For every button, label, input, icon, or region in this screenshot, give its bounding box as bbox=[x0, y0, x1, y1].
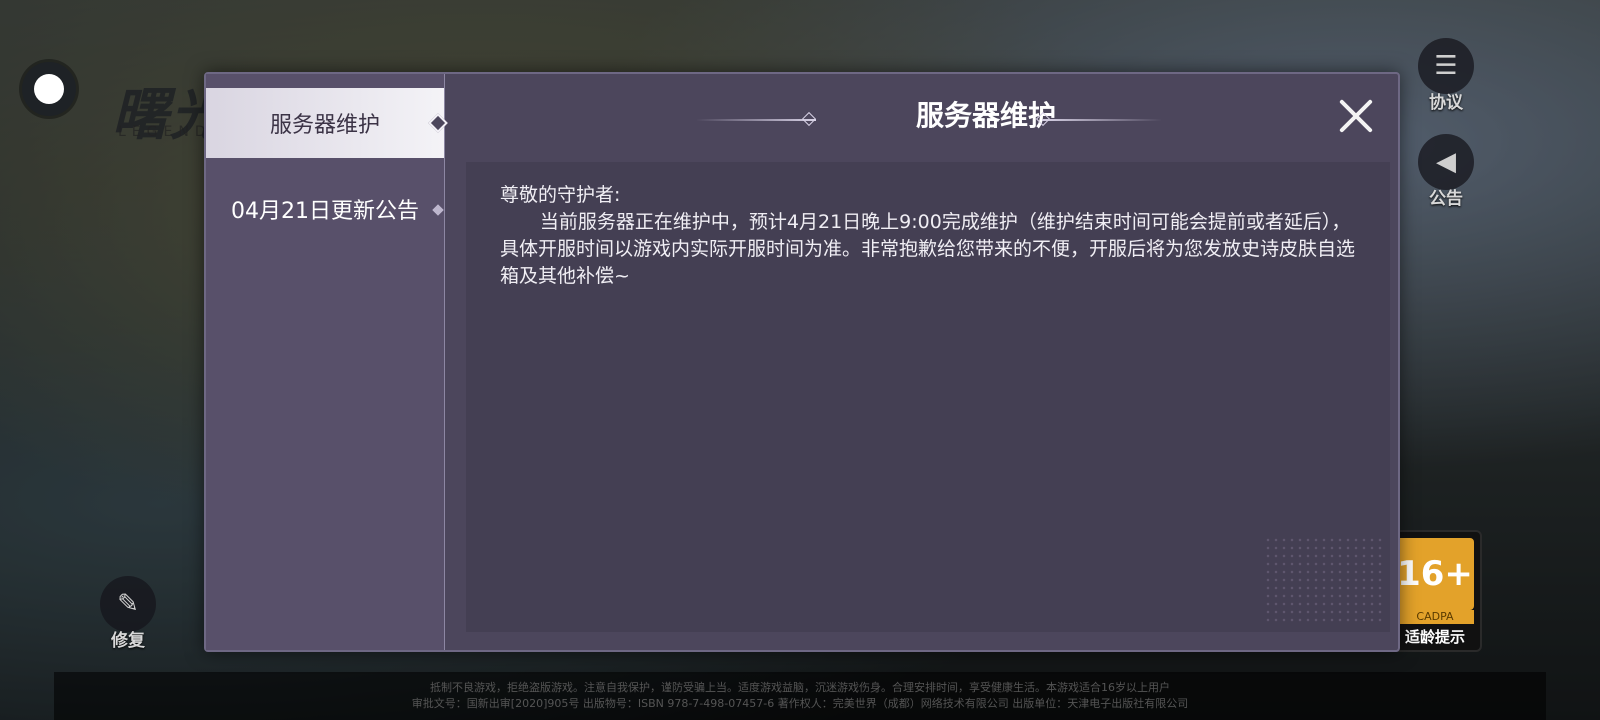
announcement-content: 尊敬的守护者: 当前服务器正在维护中，预计4月21日晚上9:00完成维护（维护结… bbox=[466, 162, 1390, 632]
agreement-label: 协议 bbox=[1429, 93, 1463, 113]
footer-line: 审批文号：国新出审[2020]905号 出版物号：ISBN 978-7-498-… bbox=[411, 697, 1189, 710]
age-rating-tip: 适龄提示 bbox=[1404, 628, 1465, 646]
age-rating-org: CADPA bbox=[1396, 610, 1474, 624]
record-button[interactable] bbox=[22, 62, 76, 116]
modal-sidebar: 服务器维护 04月21日更新公告 bbox=[206, 74, 448, 650]
age-rating-number: 16+ bbox=[1396, 538, 1474, 610]
tab-server-maintenance[interactable]: 服务器维护 bbox=[206, 88, 444, 158]
game-logo-sub: LEGEND bbox=[118, 124, 212, 140]
agreement-icon: ☰ bbox=[1418, 38, 1474, 94]
announcement-greeting: 尊敬的守护者: bbox=[500, 184, 621, 206]
title-decoration-right bbox=[1042, 119, 1162, 121]
sparkle-decoration bbox=[1264, 536, 1384, 626]
footer-line: 抵制不良游戏，拒绝盗版游戏。注意自我保护，谨防受骗上当。适度游戏益脑，沉迷游戏伤… bbox=[430, 681, 1170, 694]
repair-button[interactable]: ✎ 修复 bbox=[98, 576, 158, 651]
close-button[interactable] bbox=[1336, 96, 1376, 136]
announcement-body: 当前服务器正在维护中，预计4月21日晚上9:00完成维护（维护结束时间可能会提前… bbox=[500, 211, 1356, 287]
age-rating-badge[interactable]: 16+ CADPA 适龄提示 bbox=[1388, 530, 1482, 652]
title-diamond-left-icon bbox=[801, 111, 817, 127]
tab-update-notice[interactable]: 04月21日更新公告 bbox=[206, 174, 444, 244]
repair-label: 修复 bbox=[111, 631, 145, 651]
wrench-icon: ✎ bbox=[100, 576, 156, 632]
record-dot-icon bbox=[34, 74, 64, 104]
modal-title: 服务器维护 bbox=[915, 99, 1056, 132]
footer-notice: 抵制不良游戏，拒绝盗版游戏。注意自我保护，谨防受骗上当。适度游戏益脑，沉迷游戏伤… bbox=[54, 672, 1546, 720]
announcement-modal: 服务器维护 04月21日更新公告 服务器维护 尊敬的守护者: 当前服务器正在维护… bbox=[204, 72, 1400, 652]
megaphone-icon: ◀ bbox=[1418, 134, 1474, 190]
title-decoration-left bbox=[696, 119, 816, 121]
announcement-button[interactable]: ◀ 公告 bbox=[1416, 134, 1476, 209]
agreement-button[interactable]: ☰ 协议 bbox=[1416, 38, 1476, 113]
announcement-label: 公告 bbox=[1429, 189, 1463, 209]
